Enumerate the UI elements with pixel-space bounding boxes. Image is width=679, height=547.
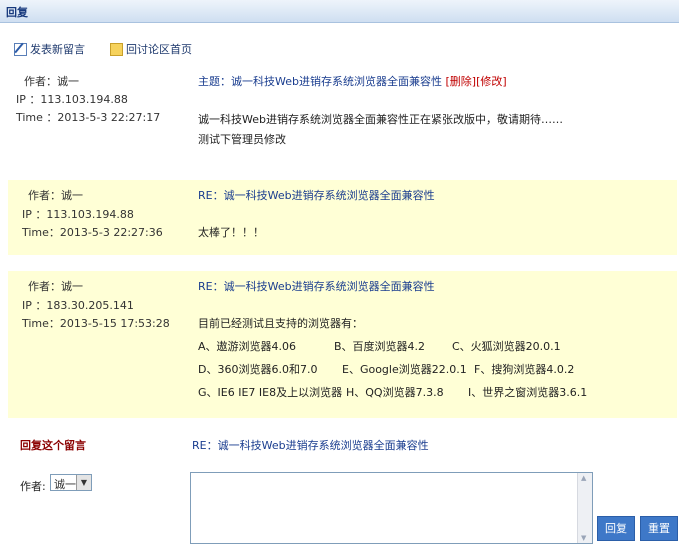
post-author: 作者：诚一 <box>28 189 83 202</box>
forum-home-link[interactable]: 回讨论区首页 <box>110 41 192 57</box>
post-ip: IP ：113.103.194.88 <box>22 208 134 221</box>
write-icon <box>14 42 27 56</box>
reset-button[interactable]: 重置 <box>640 516 678 541</box>
browser-item: E、Google浏览器22.0.1 <box>342 363 467 376</box>
new-post-label: 发表新留言 <box>30 43 85 56</box>
window-titlebar: 回复 <box>0 0 679 23</box>
note-icon <box>110 42 123 56</box>
browser-item: D、360浏览器6.0和7.0 <box>198 363 318 376</box>
browser-item: C、火狐浏览器20.0.1 <box>452 340 561 353</box>
post-subject-text: 主题：诚一科技Web进销存系统浏览器全面兼容性 <box>198 75 442 88</box>
post-time: Time ：2013-5-3 22:27:17 <box>16 111 161 124</box>
author-label: 作者: <box>20 480 46 493</box>
browser-item: B、百度浏览器4.2 <box>334 340 426 353</box>
reply-form-label: 回复这个留言 <box>20 439 86 452</box>
window-title: 回复 <box>6 6 28 19</box>
forum-home-label: 回讨论区首页 <box>126 43 192 56</box>
post-author: 作者：诚一 <box>28 280 83 293</box>
reply-subject: RE：诚一科技Web进销存系统浏览器全面兼容性 <box>192 439 429 452</box>
new-post-link[interactable]: 发表新留言 <box>14 41 85 57</box>
reply-button[interactable]: 回复 <box>597 516 635 541</box>
post-author: 作者：诚一 <box>24 75 79 88</box>
post-time: Time：2013-5-3 22:27:36 <box>22 226 163 239</box>
browser-item: A、遨游浏览器4.06 <box>198 340 297 353</box>
post-body-line: 测试下管理员修改 <box>198 133 286 146</box>
browser-item: I、世界之窗浏览器3.6.1 <box>468 386 588 399</box>
post-ip: IP ：183.30.205.141 <box>22 299 134 312</box>
chevron-down-icon[interactable]: ▼ <box>76 475 91 490</box>
post-time: Time：2013-5-15 17:53:28 <box>22 317 170 330</box>
textarea-scrollbar[interactable] <box>577 473 592 543</box>
edit-link[interactable]: [修改] <box>476 75 507 88</box>
post-body-line: 太棒了！！！ <box>198 226 264 239</box>
post-ip: IP ：113.103.194.88 <box>16 93 128 106</box>
post-body-line: 目前已经测试且支持的浏览器有： <box>198 317 363 330</box>
browser-item: H、QQ浏览器7.3.8 <box>346 386 444 399</box>
browser-item: G、IE6 IE7 IE8及上以浏览器 <box>198 386 343 399</box>
post-subject: RE：诚一科技Web进销存系统浏览器全面兼容性 <box>198 280 435 293</box>
reply-textarea[interactable] <box>190 472 593 544</box>
post-subject: 主题：诚一科技Web进销存系统浏览器全面兼容性 [删除][修改] <box>198 73 507 89</box>
author-select-value: 诚一 <box>54 478 76 491</box>
delete-link[interactable]: [删除] <box>445 75 476 88</box>
post-subject: RE：诚一科技Web进销存系统浏览器全面兼容性 <box>198 189 435 202</box>
post-body-line: 诚一科技Web进销存系统浏览器全面兼容性正在紧张改版中，敬请期待…… <box>198 113 563 126</box>
author-select[interactable]: 诚一 ▼ <box>50 474 92 491</box>
browser-item: F、搜狗浏览器4.0.2 <box>474 363 575 376</box>
